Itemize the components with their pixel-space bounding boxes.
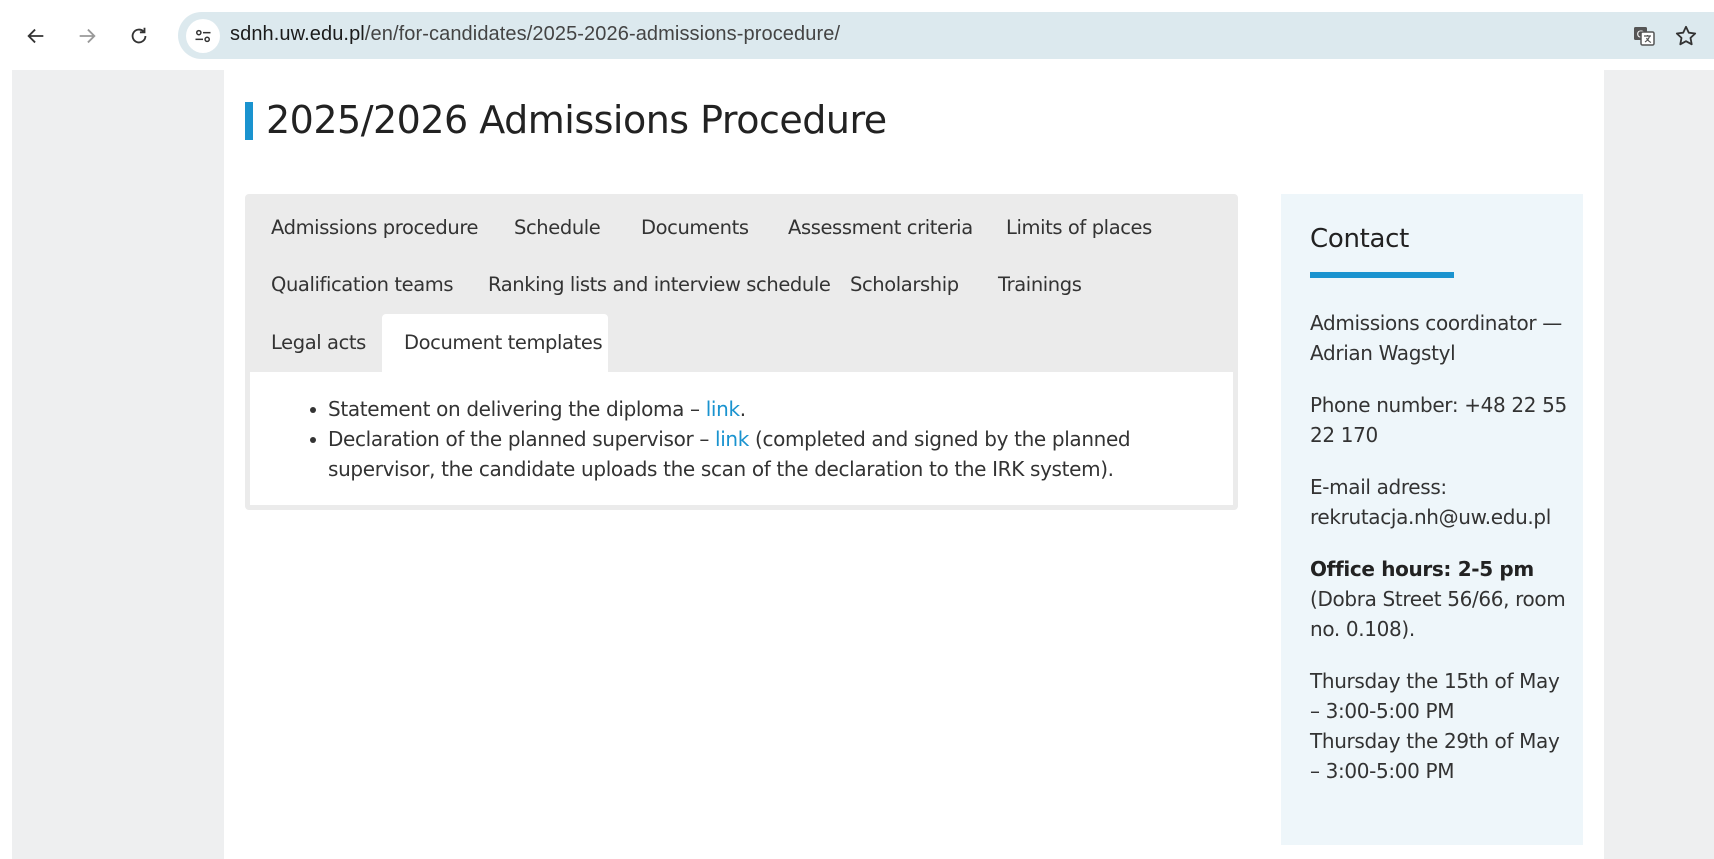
- page-title: 2025/2026 Admissions Procedure: [266, 98, 887, 142]
- list-item: Declaration of the planned supervisor – …: [310, 424, 1228, 484]
- browser-toolbar: sdnh.uw.edu.pl/en/for-candidates/2025-20…: [0, 0, 1714, 70]
- title-accent-bar: [245, 102, 253, 140]
- site-info-button[interactable]: [186, 19, 220, 53]
- list-item-end: .: [739, 397, 746, 421]
- supervisor-declaration-link[interactable]: link: [715, 427, 749, 451]
- tab-assessment-criteria[interactable]: Assessment criteria: [788, 216, 973, 239]
- tab-limits-of-places[interactable]: Limits of places: [1006, 216, 1152, 239]
- office-hours-label: Office hours: 2-5 pm: [1310, 557, 1534, 581]
- reload-icon: [131, 27, 147, 44]
- contact-sidebar: Contact Admissions coordinator — Adrian …: [1281, 194, 1583, 845]
- translate-button[interactable]: G: [1630, 22, 1658, 50]
- tab-documents[interactable]: Documents: [641, 216, 749, 239]
- bookmark-star-icon: [1675, 25, 1697, 46]
- contact-body: Admissions coordinator — Adrian Wagstyl …: [1310, 308, 1575, 786]
- reload-button[interactable]: [121, 18, 157, 54]
- office-date-1: Thursday the 15th of May – 3:00-5:00 PM: [1310, 669, 1560, 723]
- email-info: E-mail adress: rekrutacja.nh@uw.edu.pl: [1310, 472, 1575, 532]
- tab-qualification-teams[interactable]: Qualification teams: [271, 273, 454, 296]
- tab-trainings[interactable]: Trainings: [998, 273, 1082, 296]
- phone-info: Phone number: +48 22 55 22 170: [1310, 393, 1567, 447]
- forward-button[interactable]: [69, 18, 105, 54]
- url-text[interactable]: sdnh.uw.edu.pl/en/for-candidates/2025-20…: [230, 23, 840, 46]
- url-host: sdnh.uw.edu.pl: [230, 23, 365, 45]
- document-list: Statement on delivering the diploma – li…: [310, 394, 1228, 484]
- office-location: (Dobra Street 56/66, room no. 0.108).: [1310, 587, 1566, 641]
- forward-arrow-icon: [79, 28, 96, 44]
- tab-ranking-lists[interactable]: Ranking lists and interview schedule: [488, 273, 831, 296]
- back-button[interactable]: [18, 18, 54, 54]
- diploma-statement-link[interactable]: link: [706, 397, 740, 421]
- site-info-icon: [195, 29, 211, 43]
- office-dates: Thursday the 15th of May – 3:00-5:00 PM T…: [1310, 666, 1575, 786]
- office-date-2: Thursday the 29th of May – 3:00-5:00 PM: [1310, 729, 1560, 783]
- tab-scholarship[interactable]: Scholarship: [850, 273, 959, 296]
- contact-title: Contact: [1310, 224, 1410, 254]
- tab-document-templates-label: Document templates: [404, 331, 603, 354]
- url-path: /en/for-candidates/2025-2026-admissions-…: [364, 23, 841, 45]
- back-arrow-icon: [27, 28, 44, 44]
- tab-document-templates[interactable]: Document templates: [382, 314, 608, 374]
- bookmark-button[interactable]: [1672, 22, 1700, 50]
- list-item-text: Declaration of the planned supervisor –: [328, 427, 715, 451]
- email-address[interactable]: rekrutacja.nh@uw.edu.pl: [1310, 505, 1551, 529]
- translate-icon: G: [1634, 27, 1655, 46]
- tab-schedule[interactable]: Schedule: [514, 216, 601, 239]
- list-item: Statement on delivering the diploma – li…: [310, 394, 1228, 424]
- tab-legal-acts[interactable]: Legal acts: [271, 331, 366, 354]
- email-label: E-mail adress:: [1310, 475, 1447, 499]
- office-hours-info: Office hours: 2-5 pm (Dobra Street 56/66,…: [1310, 554, 1575, 644]
- contact-title-rule: [1310, 272, 1454, 278]
- tab-admissions-procedure[interactable]: Admissions procedure: [271, 216, 479, 239]
- address-bar[interactable]: sdnh.uw.edu.pl/en/for-candidates/2025-20…: [178, 12, 1714, 59]
- list-item-text: Statement on delivering the diploma –: [328, 397, 706, 421]
- tab-content-panel: Statement on delivering the diploma – li…: [250, 372, 1233, 505]
- coordinator-info: Admissions coordinator — Adrian Wagstyl: [1310, 311, 1562, 365]
